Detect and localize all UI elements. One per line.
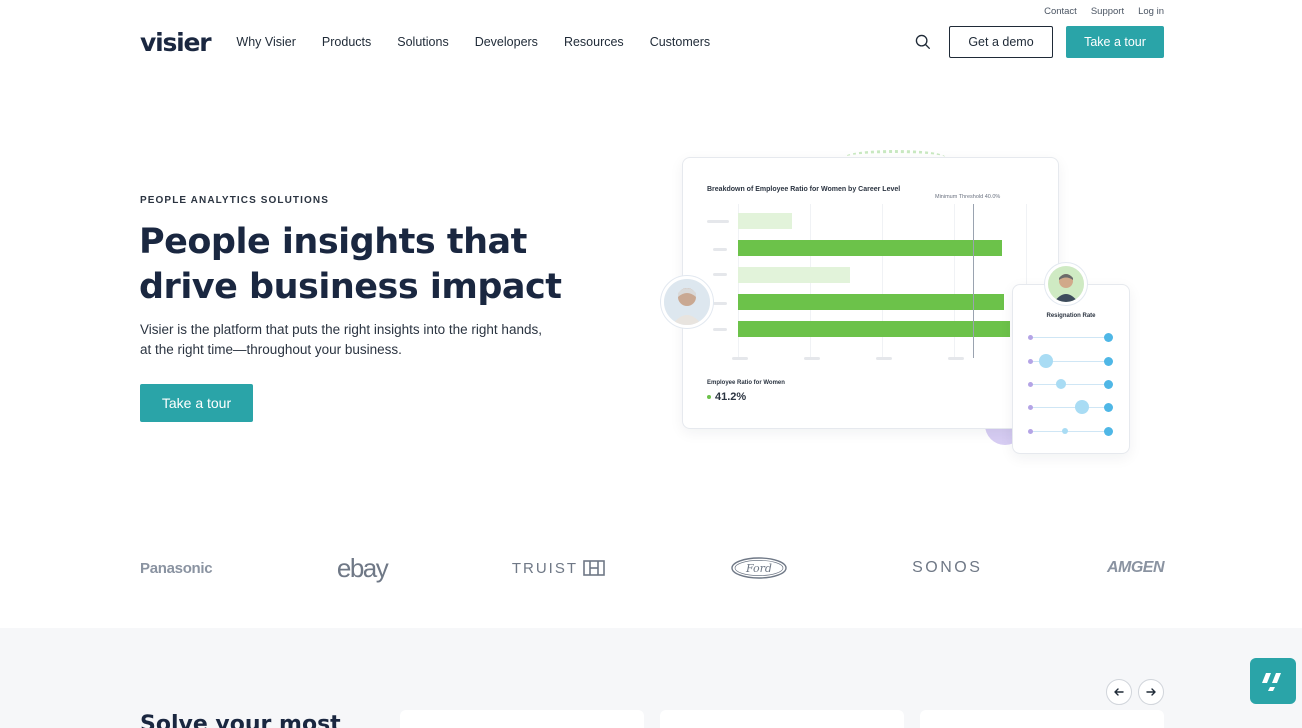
- truist-mark-icon: [583, 560, 605, 576]
- main-nav: Why Visier Products Solutions Developers…: [236, 35, 736, 49]
- chart-bar: [738, 213, 792, 229]
- bar-label-placeholder: [713, 273, 727, 276]
- ford-logo-text: Ford: [745, 562, 772, 575]
- bar-label-placeholder: [707, 220, 729, 223]
- ebay-logo: ebay: [336, 552, 389, 583]
- chart-bar: [738, 240, 1002, 256]
- hero-subtitle-line1: Visier is the platform that puts the rig…: [140, 322, 542, 337]
- support-link[interactable]: Support: [1091, 6, 1124, 17]
- hero-title-line2: drive business impact: [139, 267, 562, 307]
- resignation-rate-card: Resignation Rate: [1012, 284, 1130, 454]
- axis-tick: [948, 357, 964, 360]
- nav-solutions[interactable]: Solutions: [397, 35, 448, 49]
- header-actions: Get a demo Take a tour: [914, 26, 1164, 58]
- take-tour-hero-button[interactable]: Take a tour: [140, 384, 253, 422]
- arrow-left-icon: [1114, 688, 1124, 696]
- solution-card[interactable]: [660, 710, 904, 728]
- nav-resources[interactable]: Resources: [564, 35, 624, 49]
- ford-oval-icon: Ford: [730, 557, 787, 579]
- section-title: Solve your most: [140, 712, 341, 728]
- panasonic-logo: Panasonic: [140, 559, 213, 577]
- carousel-next-button[interactable]: [1138, 679, 1164, 705]
- bar-label-placeholder: [713, 328, 727, 331]
- ratio-value-text: 41.2%: [715, 391, 747, 403]
- rate-slider: [1028, 427, 1113, 436]
- chart-title: Breakdown of Employee Ratio for Women by…: [707, 186, 901, 193]
- threshold-line: [973, 204, 974, 358]
- get-demo-button[interactable]: Get a demo: [949, 26, 1053, 58]
- login-link[interactable]: Log in: [1138, 6, 1164, 17]
- amgen-logo: AMGEN: [1106, 559, 1165, 576]
- axis-tick: [804, 357, 820, 360]
- nav-developers[interactable]: Developers: [475, 35, 538, 49]
- contact-link[interactable]: Contact: [1044, 6, 1077, 17]
- site-header: visier Why Visier Products Solutions Dev…: [140, 26, 1164, 58]
- chat-widget-button[interactable]: [1250, 658, 1296, 704]
- hero-title: People insights that drive business impa…: [139, 220, 599, 310]
- woman-avatar: [661, 276, 713, 328]
- ratio-label: Employee Ratio for Women: [707, 380, 785, 386]
- arrow-right-icon: [1146, 688, 1156, 696]
- person-icon: [1048, 266, 1084, 302]
- nav-products[interactable]: Products: [322, 35, 371, 49]
- resignation-title: Resignation Rate: [1046, 313, 1096, 319]
- truist-logo-text: TRUIST: [511, 559, 578, 577]
- sonos-logo: SONOS: [912, 559, 983, 576]
- ratio-chart-card: Breakdown of Employee Ratio for Women by…: [682, 157, 1059, 429]
- solution-card[interactable]: [920, 710, 1164, 728]
- customer-logos: Panasonic ebay TRUIST Ford SONOS AMGEN: [140, 552, 1165, 584]
- axis-tick: [876, 357, 892, 360]
- chart-bar: [738, 321, 1010, 337]
- rate-slider: [1028, 379, 1113, 389]
- nav-why-visier[interactable]: Why Visier: [236, 35, 296, 49]
- hero-title-line1: People insights that: [139, 222, 527, 262]
- person-icon: [664, 279, 710, 325]
- solutions-section: Solve your most: [0, 628, 1302, 728]
- axis-tick: [732, 357, 748, 360]
- truist-logo: TRUIST: [512, 560, 605, 577]
- rate-slider: [1028, 354, 1113, 368]
- bar-label-placeholder: [713, 248, 727, 251]
- hero-eyebrow: PEOPLE ANALYTICS SOLUTIONS: [140, 195, 329, 206]
- chat-logo-icon: [1262, 673, 1281, 691]
- search-icon[interactable]: [914, 33, 932, 51]
- visier-logo[interactable]: visier: [140, 30, 212, 55]
- hero-subtitle-line2: at the right time—throughout your busine…: [140, 342, 402, 357]
- utility-nav: Contact Support Log in: [1044, 6, 1164, 17]
- chart-bar: [738, 267, 850, 283]
- take-tour-header-button[interactable]: Take a tour: [1066, 26, 1164, 58]
- rate-slider: [1028, 333, 1113, 342]
- ford-logo: Ford: [730, 556, 788, 580]
- rate-slider: [1028, 400, 1113, 414]
- solution-card[interactable]: [400, 710, 644, 728]
- chart-bar: [738, 294, 1004, 310]
- bar-label-placeholder: [713, 302, 727, 305]
- nav-customers[interactable]: Customers: [650, 35, 710, 49]
- man-avatar: [1045, 263, 1087, 305]
- hero-illustration: Breakdown of Employee Ratio for Women by…: [655, 145, 1145, 465]
- threshold-label: Minimum Threshold 40.0%: [935, 194, 1001, 200]
- carousel-prev-button[interactable]: [1106, 679, 1132, 705]
- green-dot-icon: [707, 395, 711, 400]
- ratio-value: 41.2%: [707, 391, 746, 403]
- hero-subtitle: Visier is the platform that puts the rig…: [140, 320, 560, 360]
